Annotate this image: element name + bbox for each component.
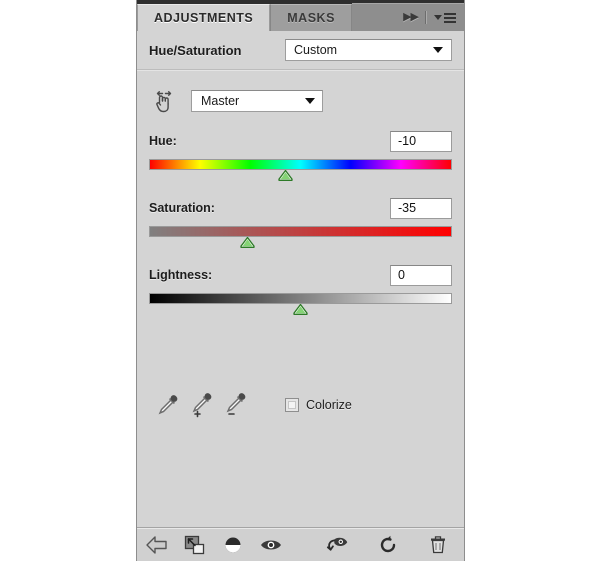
lightness-label: Lightness: xyxy=(149,268,213,282)
saturation-label: Saturation: xyxy=(149,201,215,215)
hue-slider-thumb[interactable] xyxy=(278,170,293,181)
saturation-slider-head: Saturation: -35 xyxy=(149,197,452,219)
eye-visibility-icon[interactable] xyxy=(259,533,283,557)
colorize-label: Colorize xyxy=(306,398,352,412)
lightness-track[interactable] xyxy=(149,293,452,304)
screenshot-root: ADJUSTMENTS MASKS ▶▶ Hue/Saturation Cust… xyxy=(0,0,600,561)
colorize-checkbox-row[interactable]: Colorize xyxy=(285,398,352,412)
tabbar-controls: ▶▶ xyxy=(351,3,464,31)
tab-masks-label: MASKS xyxy=(287,11,335,25)
channel-row: Master xyxy=(149,86,452,116)
page-title: Hue/Saturation xyxy=(149,42,242,58)
panel-menu-icon[interactable] xyxy=(434,12,456,23)
toolbar-divider xyxy=(425,11,427,24)
lightness-slider-thumb[interactable] xyxy=(293,304,308,315)
hue-slider-head: Hue: -10 xyxy=(149,130,452,152)
hue-value-input[interactable]: -10 xyxy=(390,130,452,152)
bottom-toolbar-left xyxy=(137,533,283,557)
eyedropper-icon[interactable] xyxy=(151,388,185,422)
channel-dropdown-value: Master xyxy=(201,94,240,108)
lightness-track-wrap[interactable] xyxy=(149,293,452,317)
saturation-slider-thumb[interactable] xyxy=(240,237,255,248)
saturation-slider-group: Saturation: -35 xyxy=(149,197,452,250)
channel-dropdown[interactable]: Master xyxy=(191,90,323,112)
chevron-down-icon xyxy=(305,98,315,104)
preset-dropdown-value: Custom xyxy=(294,43,338,57)
collapse-chevrons-icon[interactable]: ▶▶ xyxy=(403,12,419,23)
saturation-value-input[interactable]: -35 xyxy=(390,197,452,219)
hue-track[interactable] xyxy=(149,159,452,170)
colorize-checkbox[interactable] xyxy=(285,398,299,412)
saturation-track-wrap[interactable] xyxy=(149,226,452,250)
back-arrow-icon[interactable] xyxy=(145,533,169,557)
hue-slider-group: Hue: -10 xyxy=(149,130,452,183)
delete-icon[interactable] xyxy=(426,533,450,557)
chevron-down-icon xyxy=(433,47,443,53)
toggle-adjustment-icon[interactable] xyxy=(221,533,245,557)
clip-to-layer-icon[interactable] xyxy=(183,533,207,557)
on-image-adjustment-icon[interactable] xyxy=(149,86,179,116)
tab-adjustments[interactable]: ADJUSTMENTS xyxy=(137,4,271,31)
adjustments-panel: ADJUSTMENTS MASKS ▶▶ Hue/Saturation Cust… xyxy=(136,0,465,561)
reset-icon[interactable] xyxy=(376,533,400,557)
tab-adjustments-label: ADJUSTMENTS xyxy=(154,11,254,25)
bottom-toolbar-right xyxy=(326,533,464,557)
tab-masks[interactable]: MASKS xyxy=(270,4,352,31)
lightness-slider-group: Lightness: 0 xyxy=(149,264,452,317)
preview-previous-state-icon[interactable] xyxy=(326,533,350,557)
panel-bottom-toolbar xyxy=(137,527,464,561)
tools-row: Colorize xyxy=(151,388,452,422)
menu-lines-icon xyxy=(444,12,456,23)
hue-label: Hue: xyxy=(149,134,177,148)
hue-track-wrap[interactable] xyxy=(149,159,452,183)
eyedropper-minus-icon[interactable] xyxy=(219,388,253,422)
eyedropper-plus-icon[interactable] xyxy=(185,388,219,422)
preset-dropdown[interactable]: Custom xyxy=(285,39,452,61)
saturation-track[interactable] xyxy=(149,226,452,237)
panel-tabbar: ADJUSTMENTS MASKS ▶▶ xyxy=(137,0,464,31)
lightness-slider-head: Lightness: 0 xyxy=(149,264,452,286)
menu-caret-icon xyxy=(434,15,442,20)
panel-body: Master Hue: -10 Saturation: -35 Lightnes… xyxy=(137,70,464,561)
lightness-value-input[interactable]: 0 xyxy=(390,264,452,286)
panel-header: Hue/Saturation Custom xyxy=(137,31,464,70)
